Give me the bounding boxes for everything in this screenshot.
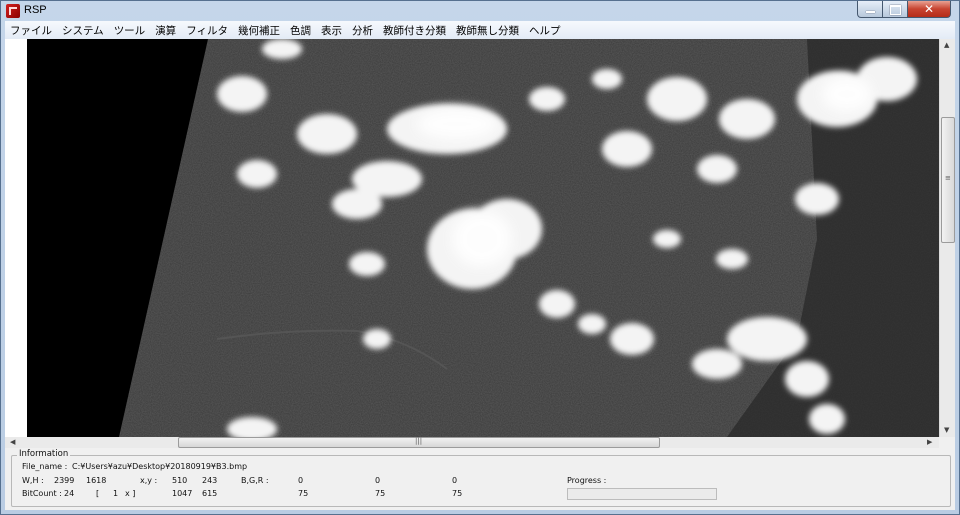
menu-analysis[interactable]: 分析 xyxy=(347,23,378,38)
window-title: RSP xyxy=(24,4,47,16)
scroll-right-icon[interactable]: ▶ xyxy=(927,437,932,447)
progress-label: Progress : xyxy=(567,476,607,485)
horizontal-scrollbar[interactable]: ◀ ||| ▶ xyxy=(5,437,939,448)
progress-bar xyxy=(567,488,717,500)
height-value: 1618 xyxy=(86,476,107,485)
y-value: 243 xyxy=(202,476,218,485)
x-value: 510 xyxy=(172,476,188,485)
grip-icon: ≡ xyxy=(945,174,951,182)
width-value: 2399 xyxy=(54,476,75,485)
close-button[interactable]: ✕ xyxy=(908,1,951,18)
zoom-value: 1 xyxy=(113,489,119,498)
information-legend: Information xyxy=(17,449,71,459)
zoom-open-bracket: [ xyxy=(96,489,100,498)
horizontal-scroll-thumb[interactable]: ||| xyxy=(178,437,660,448)
maximize-button[interactable] xyxy=(883,1,908,18)
bgr-label: B,G,R : xyxy=(241,476,269,485)
app-icon[interactable] xyxy=(6,4,20,18)
satellite-image[interactable] xyxy=(27,39,939,437)
x2-value: 1047 xyxy=(172,489,193,498)
app-window: RSP ✕ ファイル システム ツール 演算 フィルタ 幾何補正 色調 表示 分… xyxy=(0,0,960,515)
xy-label: x,y : xyxy=(140,476,158,485)
caption-buttons: ✕ xyxy=(857,1,951,19)
b-value: 0 xyxy=(298,476,304,485)
g2-value: 75 xyxy=(375,489,386,498)
file-name-label: File_name : xyxy=(22,462,68,471)
zoom-suffix: x ] xyxy=(125,489,136,498)
menu-file[interactable]: ファイル xyxy=(5,23,57,38)
menu-geometric-correction[interactable]: 幾何補正 xyxy=(233,23,285,38)
menu-filter[interactable]: フィルタ xyxy=(181,23,233,38)
bitcount-label: BitCount : xyxy=(22,489,62,498)
menu-display[interactable]: 表示 xyxy=(316,23,347,38)
menu-supervised-classification[interactable]: 教師付き分類 xyxy=(378,23,451,38)
vertical-scrollbar[interactable]: ▲ ≡ ▼ xyxy=(939,39,955,437)
grip-icon: ||| xyxy=(415,437,423,445)
wh-label: W,H : xyxy=(22,476,44,485)
menu-bar: ファイル システム ツール 演算 フィルタ 幾何補正 色調 表示 分析 教師付き… xyxy=(5,21,955,39)
r-value: 0 xyxy=(452,476,458,485)
close-icon: ✕ xyxy=(923,2,935,16)
menu-color-tone[interactable]: 色調 xyxy=(285,23,316,38)
menu-tools[interactable]: ツール xyxy=(109,23,151,38)
menu-help[interactable]: ヘルプ xyxy=(524,23,566,38)
minimize-button[interactable] xyxy=(857,1,883,18)
image-viewport[interactable] xyxy=(5,39,939,437)
vertical-scroll-thumb[interactable]: ≡ xyxy=(941,117,955,243)
scroll-down-icon[interactable]: ▼ xyxy=(944,425,949,435)
menu-calculation[interactable]: 演算 xyxy=(150,23,181,38)
client-area: ▲ ≡ ▼ ◀ ||| ▶ Information File_name : C:… xyxy=(5,39,955,510)
file-name-value: C:¥Users¥azu¥Desktop¥20180919¥B3.bmp xyxy=(72,462,248,471)
title-bar[interactable]: RSP ✕ xyxy=(1,1,959,21)
b2-value: 75 xyxy=(298,489,309,498)
g-value: 0 xyxy=(375,476,381,485)
scroll-up-icon[interactable]: ▲ xyxy=(944,40,949,50)
menu-system[interactable]: システム xyxy=(57,23,109,38)
information-panel: Information File_name : C:¥Users¥azu¥Des… xyxy=(11,449,951,507)
menu-unsupervised-classification[interactable]: 教師無し分類 xyxy=(451,23,524,38)
y2-value: 615 xyxy=(202,489,218,498)
bitcount-value: 24 xyxy=(64,489,75,498)
r2-value: 75 xyxy=(452,489,463,498)
scroll-left-icon[interactable]: ◀ xyxy=(10,437,15,447)
